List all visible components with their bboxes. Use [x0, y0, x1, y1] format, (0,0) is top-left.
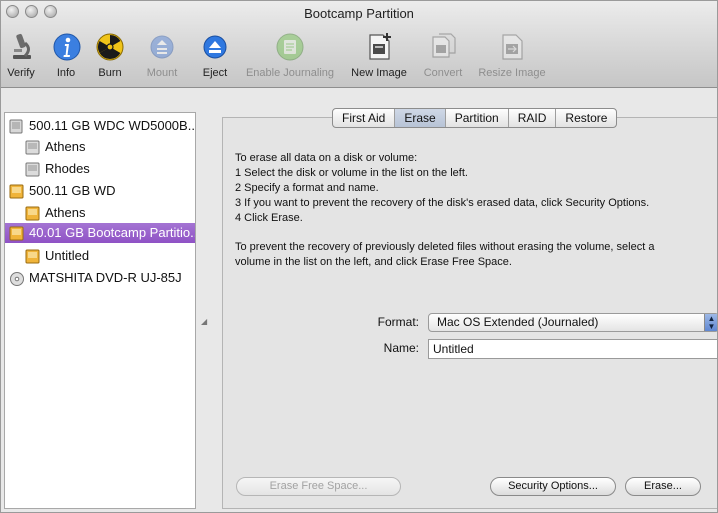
- convert-icon: [432, 33, 456, 58]
- sidebar-item-dvd-drive[interactable]: MATSHITA DVD-R UJ-85J: [9, 268, 195, 288]
- external-disk-icon: [9, 184, 24, 199]
- external-volume-icon: [25, 206, 40, 221]
- journal-icon: [276, 33, 304, 61]
- burn-button[interactable]: Burn: [93, 31, 127, 79]
- microscope-icon: [13, 33, 31, 59]
- new-image-icon: [369, 33, 391, 60]
- format-select[interactable]: Mac OS Extended (Journaled) ▲ ▼: [428, 313, 717, 332]
- erase-instructions: To erase all data on a disk or volume: 1…: [235, 151, 717, 270]
- tab-erase[interactable]: Erase: [395, 109, 446, 127]
- info-icon: [53, 33, 81, 61]
- sidebar-item-disk-wd[interactable]: 500.11 GB WD: [9, 181, 195, 201]
- sidebar-item-disk-wdc[interactable]: 500.11 GB WDC WD5000B...: [9, 116, 195, 136]
- instruction-line: 3 If you want to prevent the recovery of…: [235, 197, 650, 209]
- eject-button[interactable]: Eject: [199, 31, 231, 79]
- disk-list-sidebar[interactable]: 500.11 GB WDC WD5000B... Athens Rhodes 5…: [4, 112, 196, 509]
- sidebar-item-rhodes[interactable]: Rhodes: [25, 159, 195, 179]
- volume-icon: [25, 162, 40, 177]
- free-space-note: To prevent the recovery of previously de…: [235, 241, 655, 253]
- tab-partition[interactable]: Partition: [446, 109, 509, 127]
- erase-free-space-button[interactable]: Erase Free Space...: [236, 477, 401, 496]
- external-volume-icon: [25, 249, 40, 264]
- window-title: Bootcamp Partition: [304, 6, 414, 21]
- radiation-icon: [96, 33, 124, 61]
- external-disk-icon: [9, 226, 24, 241]
- sidebar-item-untitled[interactable]: Untitled: [25, 246, 195, 266]
- sidebar-item-athens-external[interactable]: Athens: [25, 203, 195, 223]
- erase-button[interactable]: Erase...: [625, 477, 701, 496]
- eject-icon: [203, 35, 227, 59]
- mount-icon: [150, 35, 174, 59]
- internal-disk-icon: [9, 119, 23, 134]
- info-button[interactable]: Info: [51, 31, 81, 79]
- verify-button[interactable]: Verify: [3, 31, 39, 79]
- sidebar-item-athens[interactable]: Athens: [25, 137, 195, 157]
- tab-raid[interactable]: RAID: [509, 109, 557, 127]
- resize-image-button[interactable]: Resize Image: [474, 31, 550, 79]
- new-image-button[interactable]: New Image: [348, 31, 410, 79]
- security-options-button[interactable]: Security Options...: [490, 477, 616, 496]
- tab-first-aid[interactable]: First Aid: [333, 109, 396, 127]
- free-space-note: volume in the list on the left, and clic…: [235, 256, 512, 268]
- split-view-handle[interactable]: ◢: [201, 317, 207, 326]
- format-label: Format:: [377, 315, 419, 329]
- format-value: Mac OS Extended (Journaled): [437, 315, 599, 329]
- instruction-line: To erase all data on a disk or volume:: [235, 152, 418, 164]
- sidebar-item-bootcamp-partition[interactable]: 40.01 GB Bootcamp Partitio...: [5, 223, 195, 243]
- resize-image-icon: [502, 34, 523, 60]
- chevron-updown-icon: ▲ ▼: [704, 314, 717, 331]
- instruction-line: 1 Select the disk or volume in the list …: [235, 167, 468, 179]
- disk-utility-window: Bootcamp Partition Verify Info Burn Moun…: [0, 0, 718, 513]
- enable-journaling-button[interactable]: Enable Journaling: [241, 31, 339, 79]
- tab-bar: First Aid Erase Partition RAID Restore: [332, 108, 618, 128]
- name-label: Name:: [383, 341, 419, 355]
- mount-button[interactable]: Mount: [142, 31, 182, 79]
- optical-drive-icon: [10, 272, 24, 286]
- convert-button[interactable]: Convert: [419, 31, 467, 79]
- volume-icon: [25, 140, 40, 155]
- toolbar: Bootcamp Partition Verify Info Burn Moun…: [1, 1, 717, 88]
- instruction-line: 4 Click Erase.: [235, 212, 303, 224]
- name-field[interactable]: [428, 339, 717, 359]
- tab-restore[interactable]: Restore: [556, 109, 616, 127]
- instruction-line: 2 Specify a format and name.: [235, 182, 379, 194]
